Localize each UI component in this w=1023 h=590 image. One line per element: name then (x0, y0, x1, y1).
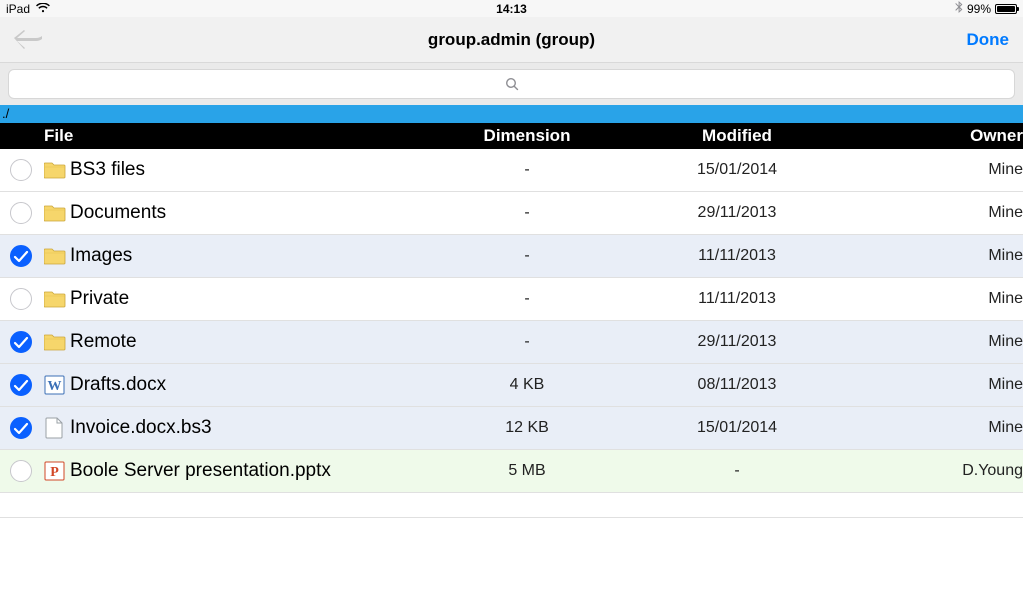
folder-icon (44, 288, 66, 310)
file-owner: Mine (852, 204, 1023, 222)
file-name: Documents (70, 202, 166, 224)
row-checkbox[interactable] (10, 288, 32, 310)
file-name: Private (70, 288, 129, 310)
column-owner[interactable]: Owner (852, 126, 1023, 146)
file-dimension: - (432, 290, 622, 308)
folder-icon (44, 202, 66, 224)
row-checkbox[interactable] (10, 374, 32, 396)
file-dimension: 4 KB (432, 376, 622, 394)
file-modified: 29/11/2013 (622, 204, 852, 222)
column-file[interactable]: File (44, 126, 432, 146)
table-row[interactable]: Boole Server presentation.pptx 5 MB-D.You… (0, 450, 1023, 493)
column-modified[interactable]: Modified (622, 126, 852, 146)
file-dimension: 5 MB (432, 462, 622, 480)
wifi-icon (36, 2, 50, 16)
file-owner: Mine (852, 161, 1023, 179)
bluetooth-icon (955, 1, 963, 16)
file-owner: Mine (852, 333, 1023, 351)
path-bar: ./ (0, 105, 1023, 123)
table-row[interactable]: Private -11/11/2013Mine (0, 278, 1023, 321)
table-row[interactable]: Images -11/11/2013Mine (0, 235, 1023, 278)
status-bar: iPad 14:13 99% (0, 0, 1023, 17)
ppt-icon (44, 460, 66, 482)
folder-icon (44, 245, 66, 267)
table-row[interactable]: Remote -29/11/2013Mine (0, 321, 1023, 364)
done-button[interactable]: Done (967, 30, 1010, 50)
word-icon (44, 374, 66, 396)
table-row[interactable]: Invoice.docx.bs3 12 KB15/01/2014Mine (0, 407, 1023, 450)
folder-icon (44, 331, 66, 353)
folder-icon (44, 159, 66, 181)
table-header: File Dimension Modified Owner (0, 123, 1023, 149)
file-owner: Mine (852, 247, 1023, 265)
file-list: BS3 files-15/01/2014MineDocuments-29/11/… (0, 149, 1023, 493)
battery-icon (995, 4, 1017, 14)
nav-bar: group.admin (group) Done (0, 17, 1023, 63)
file-name: Boole Server presentation.pptx (70, 460, 331, 482)
file-name: Images (70, 245, 132, 267)
file-modified: 11/11/2013 (622, 290, 852, 308)
file-modified: 11/11/2013 (622, 247, 852, 265)
file-owner: Mine (852, 376, 1023, 394)
file-modified: 29/11/2013 (622, 333, 852, 351)
row-checkbox[interactable] (10, 159, 32, 181)
row-checkbox[interactable] (10, 417, 32, 439)
clock: 14:13 (496, 2, 527, 16)
file-name: BS3 files (70, 159, 145, 181)
file-modified: - (622, 462, 852, 480)
file-owner: Mine (852, 419, 1023, 437)
file-icon (44, 417, 66, 439)
divider (0, 517, 1023, 518)
search-input[interactable] (8, 69, 1015, 99)
file-modified: 15/01/2014 (622, 419, 852, 437)
file-dimension: - (432, 161, 622, 179)
file-dimension: - (432, 204, 622, 222)
row-checkbox[interactable] (10, 460, 32, 482)
file-modified: 15/01/2014 (622, 161, 852, 179)
file-dimension: - (432, 333, 622, 351)
file-modified: 08/11/2013 (622, 376, 852, 394)
table-row[interactable]: Documents -29/11/2013Mine (0, 192, 1023, 235)
file-dimension: 12 KB (432, 419, 622, 437)
table-row[interactable]: Drafts.docx 4 KB08/11/2013Mine (0, 364, 1023, 407)
file-owner: D.Young (852, 462, 1023, 480)
file-dimension: - (432, 247, 622, 265)
carrier-label: iPad (6, 2, 30, 16)
file-name: Drafts.docx (70, 374, 166, 396)
back-button[interactable] (14, 27, 42, 53)
table-row[interactable]: BS3 files -15/01/2014Mine (0, 149, 1023, 192)
search-bar (0, 63, 1023, 105)
row-checkbox[interactable] (10, 202, 32, 224)
battery-percent: 99% (967, 2, 991, 16)
row-checkbox[interactable] (10, 245, 32, 267)
row-checkbox[interactable] (10, 331, 32, 353)
file-name: Remote (70, 331, 137, 353)
column-dimension[interactable]: Dimension (432, 126, 622, 146)
search-icon (505, 77, 519, 91)
file-owner: Mine (852, 290, 1023, 308)
file-name: Invoice.docx.bs3 (70, 417, 212, 439)
page-title: group.admin (group) (428, 30, 595, 50)
